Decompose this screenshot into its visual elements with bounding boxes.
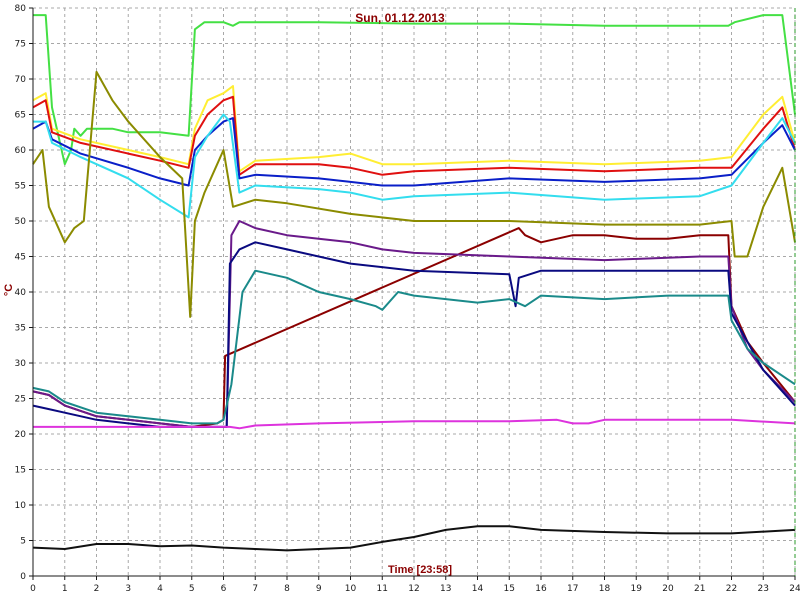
x-tick-label: 24 [789, 584, 800, 594]
x-tick-label: 9 [316, 584, 322, 594]
x-tick-label: 2 [94, 584, 100, 594]
x-tick-label: 19 [631, 584, 643, 594]
y-tick-label: 20 [15, 430, 27, 440]
y-tick-label: 50 [15, 217, 27, 227]
x-tick-label: 23 [758, 584, 769, 594]
x-axis-title: Time [23:58] [388, 564, 452, 576]
y-tick-label: 15 [15, 466, 26, 476]
x-tick-label: 20 [662, 584, 674, 594]
y-tick-label: 10 [15, 501, 27, 511]
y-tick-label: 40 [15, 288, 27, 298]
y-tick-label: 65 [15, 111, 26, 121]
y-tick-label: 25 [15, 395, 26, 405]
x-tick-label: 10 [345, 584, 357, 594]
x-tick-label: 8 [284, 584, 290, 594]
chart-title: Sun, 01.12.2013 [355, 11, 445, 25]
chart-background [0, 0, 800, 600]
x-tick-label: 0 [30, 584, 36, 594]
x-tick-label: 21 [694, 584, 705, 594]
chart-canvas: 051015202530354045505560657075800 1 2 3 4 5 6 7… [0, 0, 800, 600]
x-tick-label: 11 [377, 584, 388, 594]
y-tick-label: 80 [15, 4, 27, 14]
x-tick-label: 18 [599, 584, 611, 594]
x-tick-label: 3 [125, 584, 131, 594]
y-tick-label: 0 [20, 572, 26, 582]
x-tick-label: 4 [157, 584, 163, 594]
x-tick-label: 12 [408, 584, 419, 594]
x-tick-label: 7 [252, 584, 258, 594]
x-tick-label: 16 [535, 584, 547, 594]
y-tick-label: 55 [15, 182, 26, 192]
x-tick-label: 6 [221, 584, 227, 594]
y-tick-label: 30 [15, 359, 27, 369]
x-tick-label: 13 [440, 584, 451, 594]
x-tick-label: 17 [567, 584, 578, 594]
y-tick-label: 5 [20, 537, 26, 547]
y-tick-label: 60 [15, 146, 27, 156]
y-axis-title: °C [3, 284, 15, 296]
y-tick-label: 70 [15, 75, 27, 85]
x-tick-label: 15 [504, 584, 515, 594]
x-tick-label: 14 [472, 584, 484, 594]
temperature-chart: 0 5 10 15 20 25 30 35 40 45 50 55 60 65 70 75 80 0 1 2 3 4 5 6 7… [0, 0, 800, 600]
x-tick-label: 1 [62, 584, 68, 594]
x-tick-label: 5 [189, 584, 195, 594]
y-tick-label: 75 [15, 40, 26, 50]
y-tick-label: 35 [15, 324, 26, 334]
y-tick-label: 45 [15, 253, 26, 263]
x-tick-label: 22 [726, 584, 737, 594]
